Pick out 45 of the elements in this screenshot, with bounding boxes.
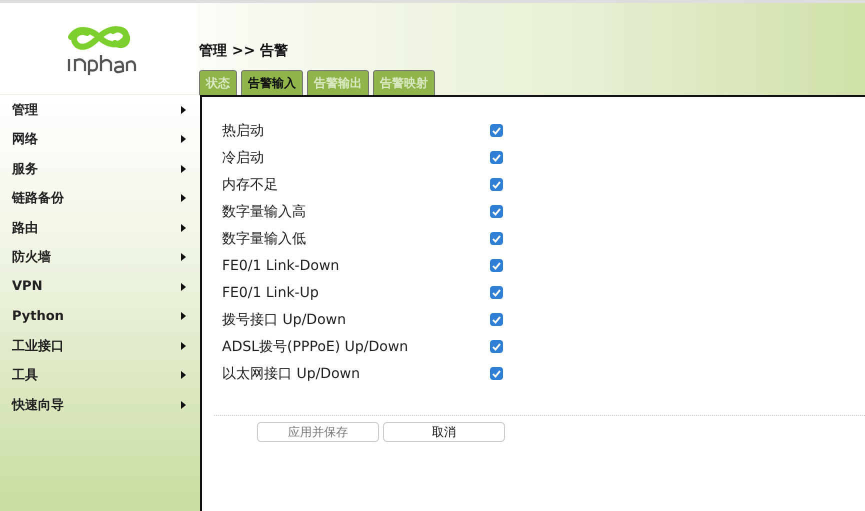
checkbox[interactable] bbox=[490, 286, 503, 299]
arrow-icon bbox=[181, 253, 186, 262]
arrow-icon bbox=[181, 400, 186, 409]
sidebar-item[interactable]: 管理 bbox=[0, 95, 200, 124]
sidebar-item[interactable]: 路由 bbox=[0, 213, 200, 242]
alarm-label: 拨号接口 Up/Down bbox=[222, 310, 347, 328]
sidebar-item[interactable]: 链路备份 bbox=[0, 184, 200, 213]
checkbox[interactable] bbox=[490, 259, 503, 272]
alarm-label: 内存不足 bbox=[222, 176, 279, 194]
arrow-icon bbox=[181, 224, 186, 232]
alarm-label: 热启动 bbox=[222, 122, 265, 140]
arrow-icon bbox=[181, 342, 186, 350]
checkbox[interactable] bbox=[490, 205, 503, 218]
sidebar-item[interactable]: 网络 bbox=[0, 124, 200, 154]
sidebar-item[interactable]: 快速向导 bbox=[0, 390, 200, 420]
checkbox[interactable] bbox=[490, 232, 503, 245]
arrow-icon bbox=[181, 371, 186, 380]
checkbox[interactable] bbox=[490, 313, 503, 326]
checkbox[interactable] bbox=[490, 151, 503, 164]
sidebar-item[interactable]: 工业接口 bbox=[0, 331, 200, 360]
cancel-button[interactable]: 取消 bbox=[383, 422, 505, 442]
sidebar-item[interactable]: VPN bbox=[0, 272, 200, 302]
checkbox[interactable] bbox=[490, 124, 503, 137]
arrow-icon bbox=[181, 282, 186, 291]
checkbox[interactable] bbox=[490, 340, 503, 353]
arrow-icon bbox=[181, 194, 186, 202]
arrow-icon bbox=[181, 135, 186, 144]
sidebar-item[interactable]: 工具 bbox=[0, 360, 200, 390]
alarm-label: 数字量输入低 bbox=[222, 230, 307, 248]
alarm-label: 数字量输入高 bbox=[222, 202, 307, 220]
arrow-icon bbox=[181, 164, 186, 173]
alarm-label: 以太网接口 Up/Down bbox=[222, 364, 361, 382]
sidebar-item[interactable]: 防火墙 bbox=[0, 242, 200, 272]
alarm-label: FE0/1 Link-Down bbox=[222, 258, 340, 274]
checkbox[interactable] bbox=[490, 367, 503, 380]
tab[interactable]: 告警输入 bbox=[241, 70, 303, 95]
alarm-label: ADSL拨号(PPPoE) Up/Down bbox=[222, 338, 410, 356]
checkbox[interactable] bbox=[490, 178, 503, 191]
arrow-icon bbox=[181, 106, 186, 114]
alarm-label: 冷启动 bbox=[222, 148, 265, 166]
arrow-icon bbox=[181, 312, 186, 320]
breadcrumb: 管理 >> 告警 bbox=[199, 42, 290, 60]
sidebar-item[interactable]: 服务 bbox=[0, 154, 200, 184]
alarm-label: FE0/1 Link-Up bbox=[222, 284, 320, 300]
sidebar-item[interactable]: Python bbox=[0, 302, 200, 331]
